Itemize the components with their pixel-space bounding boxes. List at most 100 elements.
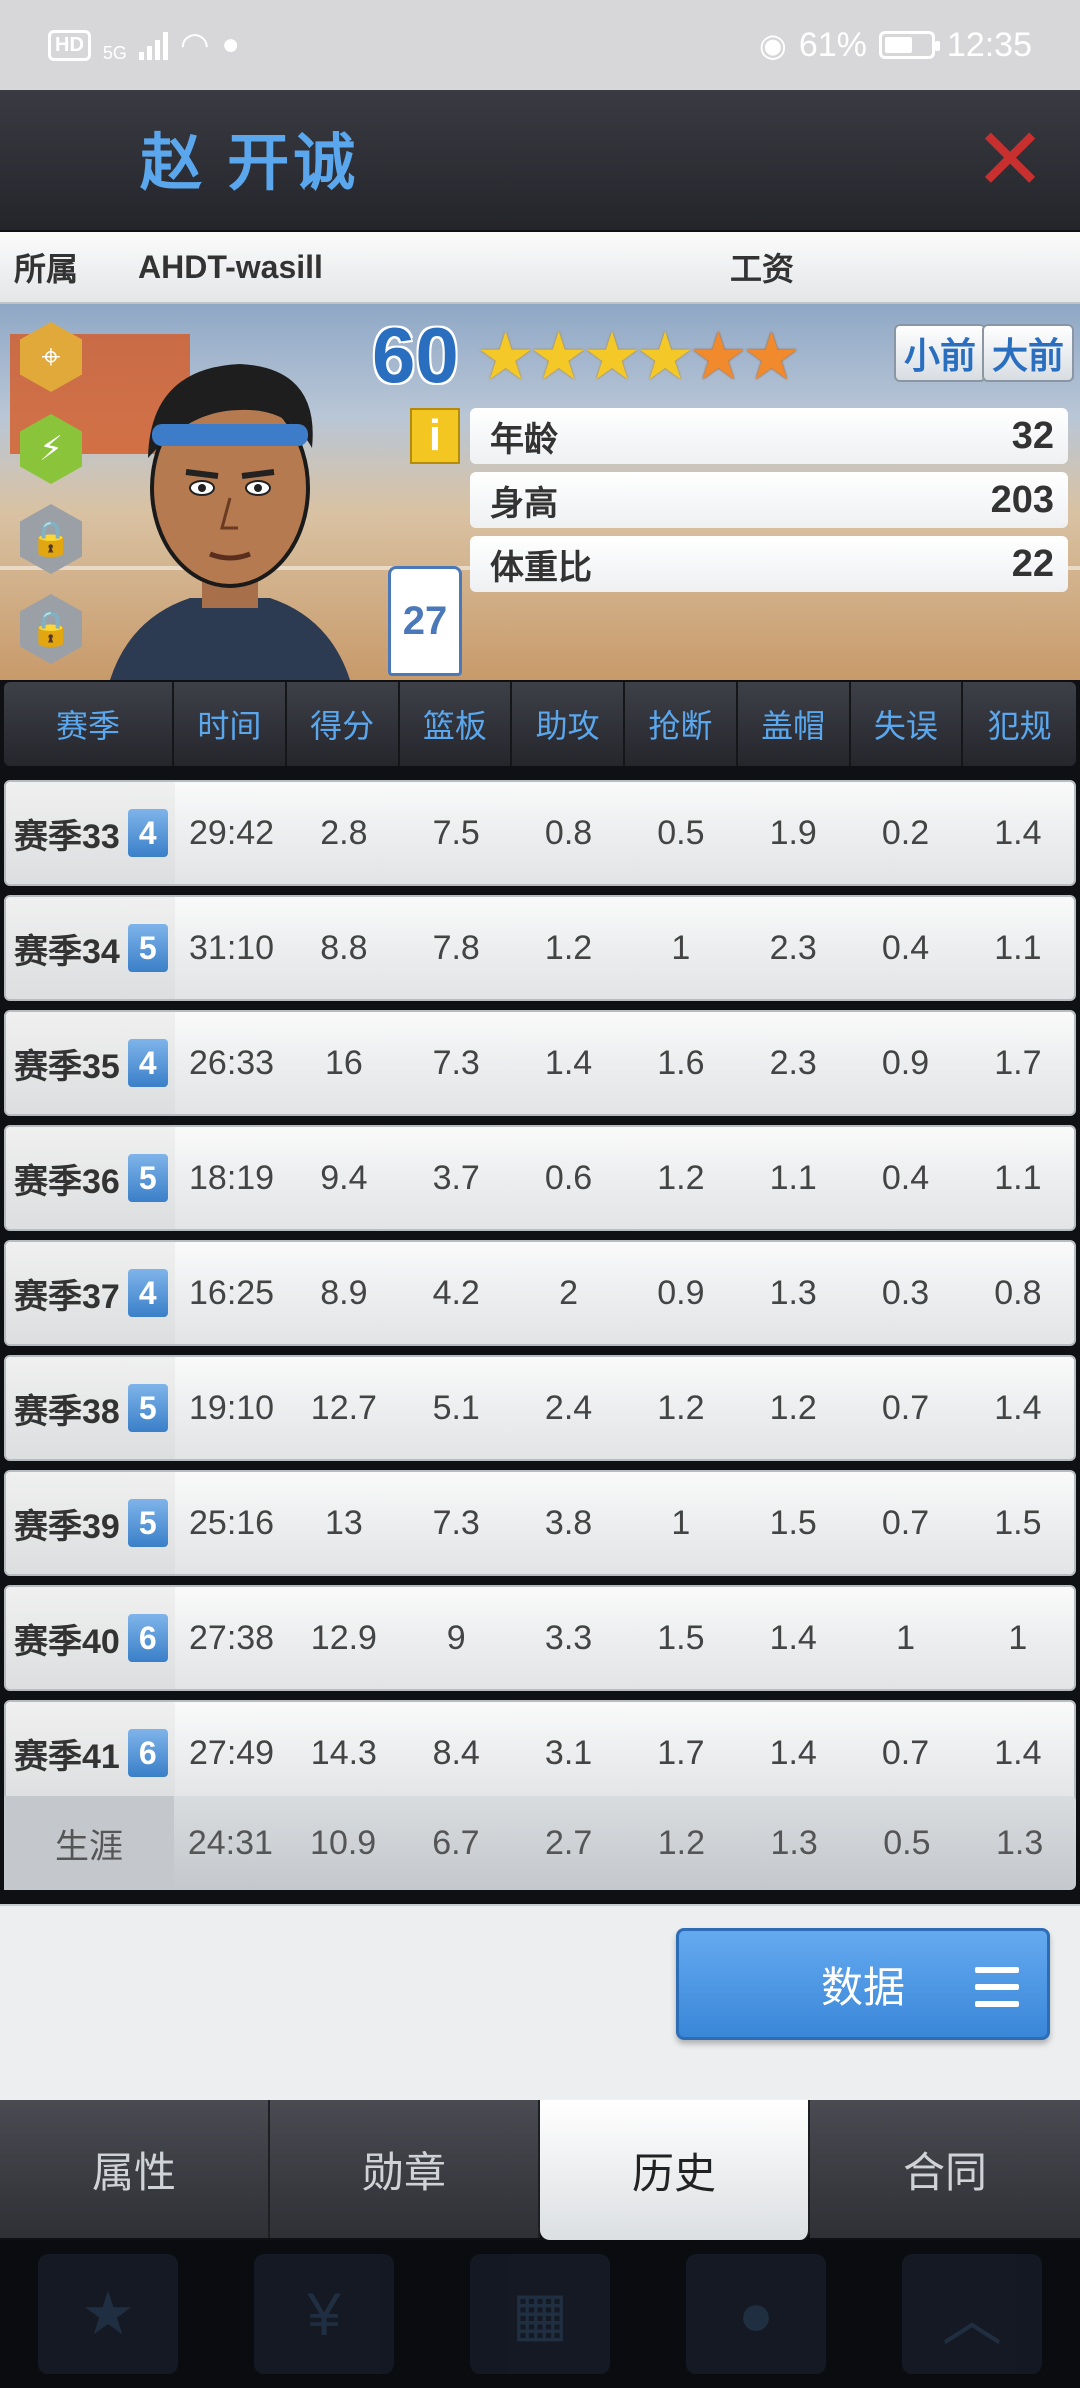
stat-cell: 0.9 — [657, 1273, 705, 1312]
star-icon: ★ — [688, 319, 748, 393]
table-row[interactable]: 赛季38 5 19:10 12.7 5.1 2.4 1.2 1.2 0.7 1.4 — [4, 1355, 1076, 1461]
stat-cell: 13 — [324, 1503, 363, 1542]
stats-table-header: 赛季 时间 得分 篮板 助攻 抢断 盖帽 失误 犯规 — [4, 682, 1076, 766]
col-header-turnovers[interactable]: 失误 — [851, 682, 964, 766]
dialog-header: 赵 开诚 ✕ — [0, 90, 1080, 230]
ball-icon: ● — [686, 2254, 826, 2374]
season-cell: 赛季37 4 — [6, 1242, 176, 1344]
star-icon: ★ — [476, 319, 535, 393]
stat-cell: 1.4 — [994, 1388, 1042, 1427]
stat-cell: 1.4 — [544, 1043, 593, 1082]
tab-badges[interactable]: 勋章 — [270, 2100, 540, 2238]
col-header-fouls[interactable]: 犯规 — [963, 682, 1076, 766]
stat-cell: 12.9 — [310, 1618, 377, 1657]
energy-badge-icon[interactable]: ⚡ — [20, 414, 82, 484]
col-header-rebounds[interactable]: 篮板 — [400, 682, 513, 766]
status-right: ◉ 61% 12:35 — [759, 26, 1032, 65]
position-small-forward[interactable]: 小前 — [894, 324, 987, 382]
team-row: 所属 AHDT-wasill 工资 — [0, 232, 1080, 304]
signal-icon — [138, 30, 168, 60]
table-row[interactable]: 赛季41 6 27:49 14.3 8.4 3.1 1.7 1.4 0.7 1.4 — [4, 1700, 1076, 1806]
level-badge: 4 — [127, 1039, 168, 1087]
table-row[interactable]: 赛季39 5 25:16 13 7.3 3.8 1 1.5 0.7 1.5 — [4, 1470, 1076, 1576]
table-row[interactable]: 赛季35 4 26:33 16 7.3 1.4 1.6 2.3 0.9 1.7 — [4, 1010, 1076, 1116]
court-icon: ▦ — [470, 2254, 610, 2374]
table-row[interactable]: 赛季36 5 18:19 9.4 3.7 0.6 1.2 1.1 0.4 1.1 — [4, 1125, 1076, 1231]
stat-cell: 1 — [896, 1618, 915, 1657]
career-label: 生涯 — [4, 1796, 174, 1890]
stat-cell: 1.2 — [544, 928, 593, 967]
locked-slot-icon[interactable]: 🔒 — [20, 594, 82, 664]
col-header-points[interactable]: 得分 — [287, 682, 400, 766]
stat-cell: 1.2 — [657, 1158, 705, 1197]
close-button[interactable]: ✕ — [970, 112, 1050, 208]
stat-cell: 16 — [324, 1043, 363, 1082]
col-header-assists[interactable]: 助攻 — [512, 682, 625, 766]
stat-cell: 7.5 — [432, 813, 480, 852]
eye-icon: ◉ — [758, 27, 787, 63]
season-label: 赛季41 — [14, 1737, 120, 1776]
season-label: 赛季35 — [14, 1047, 120, 1086]
stat-cell: 0.7 — [881, 1503, 930, 1542]
tab-attributes[interactable]: 属性 — [0, 2100, 270, 2238]
player-portrait — [110, 364, 350, 680]
stat-cell: 3.1 — [544, 1733, 593, 1772]
network-type: 5G — [102, 43, 127, 63]
stat-cell: 1.1 — [994, 928, 1042, 967]
table-row[interactable]: 赛季33 4 29:42 2.8 7.5 0.8 0.5 1.9 0.2 1.4 — [4, 780, 1076, 886]
stat-cell: 1 — [1008, 1618, 1028, 1657]
team-name[interactable]: AHDT-wasill — [138, 249, 323, 286]
locked-slot-icon[interactable]: 🔒 — [20, 504, 82, 574]
stat-cell: 0.7 — [881, 1733, 930, 1772]
level-badge: 5 — [127, 1384, 168, 1432]
star-icon: ★ — [529, 319, 588, 393]
season-cell: 赛季40 6 — [6, 1587, 176, 1689]
stat-cell: 1.7 — [657, 1733, 705, 1772]
star-icon: ★ — [582, 319, 641, 393]
table-row[interactable]: 赛季34 5 31:10 8.8 7.8 1.2 1 2.3 0.4 1.1 — [4, 895, 1076, 1001]
tab-contract[interactable]: 合同 — [810, 2100, 1080, 2238]
stat-cell: 0.4 — [881, 928, 930, 967]
stat-cell: 7.3 — [432, 1503, 480, 1542]
stat-cell: 1.5 — [769, 1503, 817, 1542]
stat-cell: 1.2 — [769, 1388, 817, 1427]
table-row[interactable]: 赛季40 6 27:38 12.9 9 3.3 1.5 1.4 1 1 — [4, 1585, 1076, 1691]
stat-cell: 0.8 — [544, 813, 593, 852]
stat-cell: 4.2 — [432, 1273, 480, 1312]
wechat-icon: ● — [221, 28, 240, 61]
stat-cell: 1.4 — [994, 1733, 1042, 1772]
col-header-steals[interactable]: 抢断 — [625, 682, 738, 766]
career-row: 生涯 24:31 10.9 6.7 2.7 1.2 1.3 0.5 1.3 — [4, 1796, 1076, 1890]
stat-cell: 1 — [671, 928, 691, 967]
career-cell: 0.5 — [883, 1823, 931, 1862]
stat-cell: 3.3 — [544, 1618, 593, 1657]
data-button[interactable]: 数据 — [676, 1928, 1050, 2040]
attr-value: 22 — [1011, 542, 1054, 585]
stat-cell: 8.4 — [432, 1733, 480, 1772]
position-power-forward[interactable]: 大前 — [982, 324, 1075, 382]
col-header-time[interactable]: 时间 — [174, 682, 287, 766]
stat-cell: 0.2 — [881, 813, 930, 852]
info-icon[interactable]: i — [410, 408, 460, 464]
stat-cell: 2 — [559, 1273, 578, 1312]
stat-cell: 1.4 — [994, 813, 1042, 852]
col-header-blocks[interactable]: 盖帽 — [738, 682, 851, 766]
career-cell: 2.7 — [544, 1823, 593, 1862]
career-cell: 1.2 — [657, 1823, 705, 1862]
star-icon: ★ — [38, 2254, 178, 2374]
target-badge-icon[interactable]: ⌖ — [20, 322, 82, 392]
tab-history[interactable]: 历史 — [540, 2100, 810, 2240]
hd-badge: HD — [48, 29, 91, 61]
stat-cell: 1.4 — [769, 1733, 817, 1772]
stat-cell: 0.8 — [994, 1273, 1042, 1312]
level-badge: 5 — [127, 1499, 168, 1547]
season-label: 赛季36 — [14, 1162, 120, 1201]
stat-cell: 2.3 — [769, 928, 817, 967]
stats-table-body: 赛季33 4 29:42 2.8 7.5 0.8 0.5 1.9 0.2 1.4 赛季34 5 31:1… — [4, 780, 1076, 1815]
stat-cell: 2.4 — [544, 1388, 593, 1427]
table-row[interactable]: 赛季37 4 16:25 8.9 4.2 2 0.9 1.3 0.3 0.8 — [4, 1240, 1076, 1346]
stat-cell: 1.4 — [769, 1618, 817, 1657]
col-header-season[interactable]: 赛季 — [4, 682, 174, 766]
salary-label: 工资 — [730, 251, 795, 287]
stat-cell: 0.7 — [881, 1388, 930, 1427]
